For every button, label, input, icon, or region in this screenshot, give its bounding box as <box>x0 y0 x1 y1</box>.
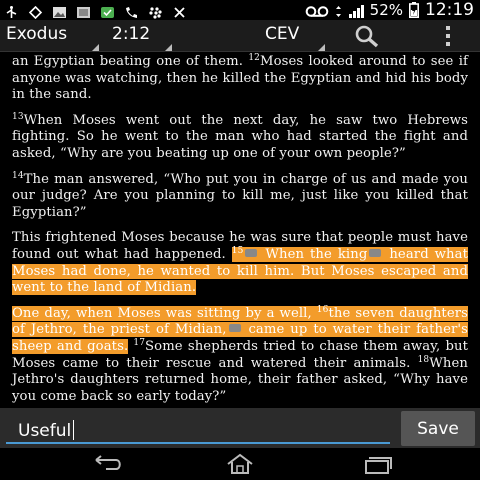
verse-text: One day, when Moses was sitting by a wel… <box>12 305 312 321</box>
paragraph: 13When Moses went out the next day, he s… <box>12 111 468 163</box>
dropdown-arrow-icon <box>92 44 99 51</box>
overflow-menu-icon[interactable] <box>443 26 453 46</box>
note-input-value: Useful <box>18 421 72 441</box>
bible-text[interactable]: an Egyptian beating one of them. 12Moses… <box>0 52 480 408</box>
bbm-icon <box>148 4 163 19</box>
paragraph: This frightened Moses because he was sur… <box>12 230 469 296</box>
system-status: 52% 12:19 <box>305 0 480 20</box>
verse-number: 15 <box>231 245 244 256</box>
version-label: CEV <box>265 24 300 44</box>
verse-number: 13 <box>12 111 24 122</box>
search-icon[interactable] <box>352 24 382 48</box>
verse-number: 18 <box>417 354 430 365</box>
status-bar: 52% 12:19 <box>0 0 480 20</box>
save-button[interactable]: Save <box>401 411 475 446</box>
text-cursor <box>73 420 75 440</box>
signal-icon <box>348 4 364 18</box>
voicemail-icon <box>305 4 329 17</box>
gallery-icon <box>52 4 67 18</box>
paragraph: 14The man answered, “Who put you in char… <box>12 170 468 222</box>
verse-text: The man answered, “Who put you in charge… <box>12 171 468 220</box>
clock: 12:19 <box>425 0 474 20</box>
shield-icon <box>100 4 115 18</box>
book-label: Exodus <box>6 24 68 44</box>
action-bar: Exodus 2:12 CEV <box>0 20 480 52</box>
ring-icon <box>28 4 43 19</box>
note-pen-icon <box>369 248 382 257</box>
battery-percent: 52% <box>369 1 403 19</box>
verse-text: When Moses went out the next day, he saw… <box>12 112 468 161</box>
close-icon <box>172 4 187 18</box>
home-icon[interactable] <box>220 452 260 476</box>
note-pen-icon <box>228 324 241 333</box>
paragraph: One day, when Moses was sitting by a wel… <box>12 304 468 406</box>
usb-icon <box>4 4 19 18</box>
data-icon <box>335 4 342 17</box>
navigation-bar <box>0 448 480 480</box>
verse-number: 14 <box>12 170 24 181</box>
chapter-label: 2:12 <box>112 24 151 44</box>
back-icon[interactable] <box>88 452 128 476</box>
dropdown-arrow-icon <box>318 44 325 51</box>
photo-icon <box>76 4 91 18</box>
paragraph: an Egyptian beating one of them. 12Moses… <box>12 54 468 104</box>
verse-number: 12 <box>248 53 260 63</box>
recent-apps-icon[interactable] <box>356 452 396 476</box>
note-input[interactable]: Useful <box>6 414 390 444</box>
note-input-bar: Useful Save <box>0 408 480 448</box>
dropdown-arrow-icon <box>165 44 172 51</box>
verse-number: 17 <box>133 337 146 348</box>
verse-text: an Egyptian beating one of them. <box>12 54 244 69</box>
verse-text: When the king <box>265 246 368 262</box>
phone-icon <box>124 4 139 18</box>
notification-icons <box>0 4 187 19</box>
battery-icon <box>409 2 419 18</box>
verse-number: 16 <box>316 304 329 315</box>
note-pen-icon <box>245 248 258 257</box>
